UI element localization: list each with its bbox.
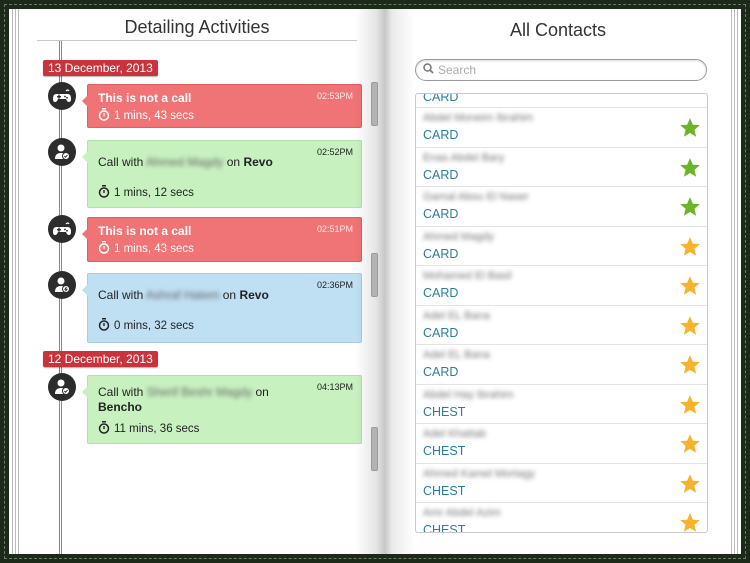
star-icon[interactable] (679, 236, 701, 263)
stopwatch-icon (98, 318, 110, 334)
activity-card[interactable]: Call with Sherif Beshr Magdy on Bencho 0… (82, 375, 362, 444)
contact-name-blurred: Amr Abdel Azim (423, 507, 501, 519)
contact-row[interactable]: Mohamed El Basil CARD (416, 266, 707, 306)
contact-row[interactable]: Amr Abdel Azim CHEST (416, 503, 707, 533)
contact-row[interactable]: Ahmed Kamel Mortagy CHEST (416, 464, 707, 503)
search-field[interactable] (415, 59, 707, 81)
star-icon[interactable] (679, 433, 701, 460)
contact-category: CARD (423, 286, 459, 300)
star-icon[interactable] (679, 512, 701, 532)
user-pending-icon (48, 271, 76, 299)
title-divider (37, 40, 357, 41)
activity-title: Call with Ahmed Magdy on Revo (98, 155, 273, 169)
activity-duration: 1 mins, 12 secs (98, 185, 353, 201)
binder-ring (371, 82, 378, 126)
star-icon[interactable] (679, 157, 701, 184)
stopwatch-icon (98, 185, 110, 201)
activity-title: This is not a call (98, 91, 192, 105)
book: Detailing Activities 13 December, 2013 T… (9, 9, 741, 554)
contacts-page: All Contacts CARD Abdel Moneim Ibrahim CA… (375, 9, 741, 554)
date-badge: 13 December, 2013 (43, 60, 158, 76)
stopwatch-icon (98, 108, 110, 124)
star-icon[interactable] (679, 315, 701, 342)
contact-category: CHEST (423, 404, 466, 419)
binder-ring (371, 253, 378, 297)
star-icon[interactable] (679, 196, 701, 223)
activity-duration: 1 mins, 43 secs (98, 241, 353, 257)
activity-card[interactable]: Call with Ahmed Magdy on Revo 02:52PM 1 … (82, 140, 362, 208)
contact-row[interactable]: Abdel Hay Ibrahim CHEST (416, 385, 707, 424)
contact-row[interactable]: Abdel Moneim Ibrahim CARD (416, 108, 707, 148)
user-check-icon (48, 373, 76, 401)
activity-title: This is not a call (98, 224, 192, 238)
contact-name-blurred: Abdel Hay Ibrahim (423, 388, 514, 401)
contact-category: CHEST (423, 523, 466, 533)
activity-duration: 0 mins, 32 secs (98, 318, 353, 334)
activity-card[interactable]: This is not a call 02:53PM 1 mins, 43 se… (82, 84, 362, 128)
contact-row[interactable]: Enas Abdel Bary CARD (416, 148, 707, 187)
contact-row[interactable]: Adel EL Bana CARD (416, 306, 707, 345)
contact-row[interactable]: Gamal Abou El Naser CARD (416, 187, 707, 227)
contact-category: CHEST (423, 483, 466, 498)
contact-category: CARD (423, 365, 459, 379)
contact-row[interactable]: Adel EL Bana CARD (416, 345, 707, 385)
star-icon[interactable] (679, 394, 701, 421)
activity-time: 02:53PM (316, 91, 353, 101)
contact-row[interactable]: Adel Khattab CHEST (416, 424, 707, 464)
gamepad-icon (48, 215, 76, 243)
stopwatch-icon (98, 421, 110, 437)
page-title: All Contacts (509, 20, 607, 40)
contact-category: CARD (423, 128, 459, 142)
activity-title: Call with Sherif Beshr Magdy on Bencho (98, 385, 269, 414)
contact-category: CARD (423, 325, 459, 340)
contact-category: CHEST (423, 444, 466, 458)
contact-name-blurred: Mohamed El Basil (423, 270, 512, 282)
contact-row[interactable]: Ahmed Magdy CARD (416, 227, 707, 266)
activity-time: 02:52PM (316, 147, 353, 157)
contact-category: CARD (423, 167, 459, 182)
product-name: Bencho (98, 400, 143, 414)
contact-name-blurred: Sherif Beshr Magdy (146, 385, 253, 399)
activity-time: 02:36PM (316, 280, 353, 290)
activity-card[interactable]: This is not a call 02:51PM 1 mins, 43 se… (82, 217, 362, 262)
star-icon[interactable] (679, 117, 701, 144)
star-icon[interactable] (679, 473, 701, 500)
contact-category: CARD (423, 246, 459, 261)
contact-name-blurred: Abdel Moneim Ibrahim (423, 112, 534, 124)
product-name: Revo (239, 288, 269, 302)
product-name: Revo (243, 155, 273, 169)
user-check-icon (48, 138, 76, 166)
binder-ring (371, 427, 378, 471)
gamepad-icon (48, 82, 76, 110)
contact-name-blurred: Ahmed Kamel Mortagy (423, 467, 535, 480)
star-icon[interactable] (679, 275, 701, 302)
activity-time: 04:13PM (316, 382, 353, 392)
contact-name-blurred: Enas Abdel Bary (423, 151, 505, 164)
contact-name-blurred: Ahmed Magdy (146, 155, 224, 169)
star-icon[interactable] (679, 354, 701, 381)
activity-duration: 1 mins, 43 secs (98, 108, 353, 124)
contact-name-blurred: Adel EL Bana (423, 309, 490, 322)
list-item-partial[interactable]: CARD (416, 94, 707, 108)
activities-page: Detailing Activities 13 December, 2013 T… (9, 9, 375, 554)
date-badge: 12 December, 2013 (43, 351, 158, 367)
contact-name-blurred: Gamal Abou El Naser (423, 191, 529, 203)
contact-category: CARD (423, 207, 459, 221)
stopwatch-icon (98, 241, 110, 257)
activity-duration: 11 mins, 36 secs (98, 421, 353, 437)
activity-time: 02:51PM (316, 224, 353, 234)
search-input[interactable] (438, 63, 688, 77)
activity-card[interactable]: Call with Ashraf Hatem on Revo 02:36PM 0… (82, 273, 362, 343)
contact-name-blurred: Ahmed Magdy (423, 230, 494, 243)
search-icon (423, 61, 434, 79)
activity-title: Call with Ashraf Hatem on Revo (98, 288, 269, 302)
page-title: Detailing Activities (124, 17, 270, 37)
contacts-list[interactable]: CARD Abdel Moneim Ibrahim CARD Enas Abdel … (415, 93, 708, 533)
contact-name-blurred: Adel Khattab (423, 428, 486, 440)
contact-name-blurred: Adel EL Bana (423, 349, 490, 361)
contact-name-blurred: Ashraf Hatem (146, 288, 220, 302)
